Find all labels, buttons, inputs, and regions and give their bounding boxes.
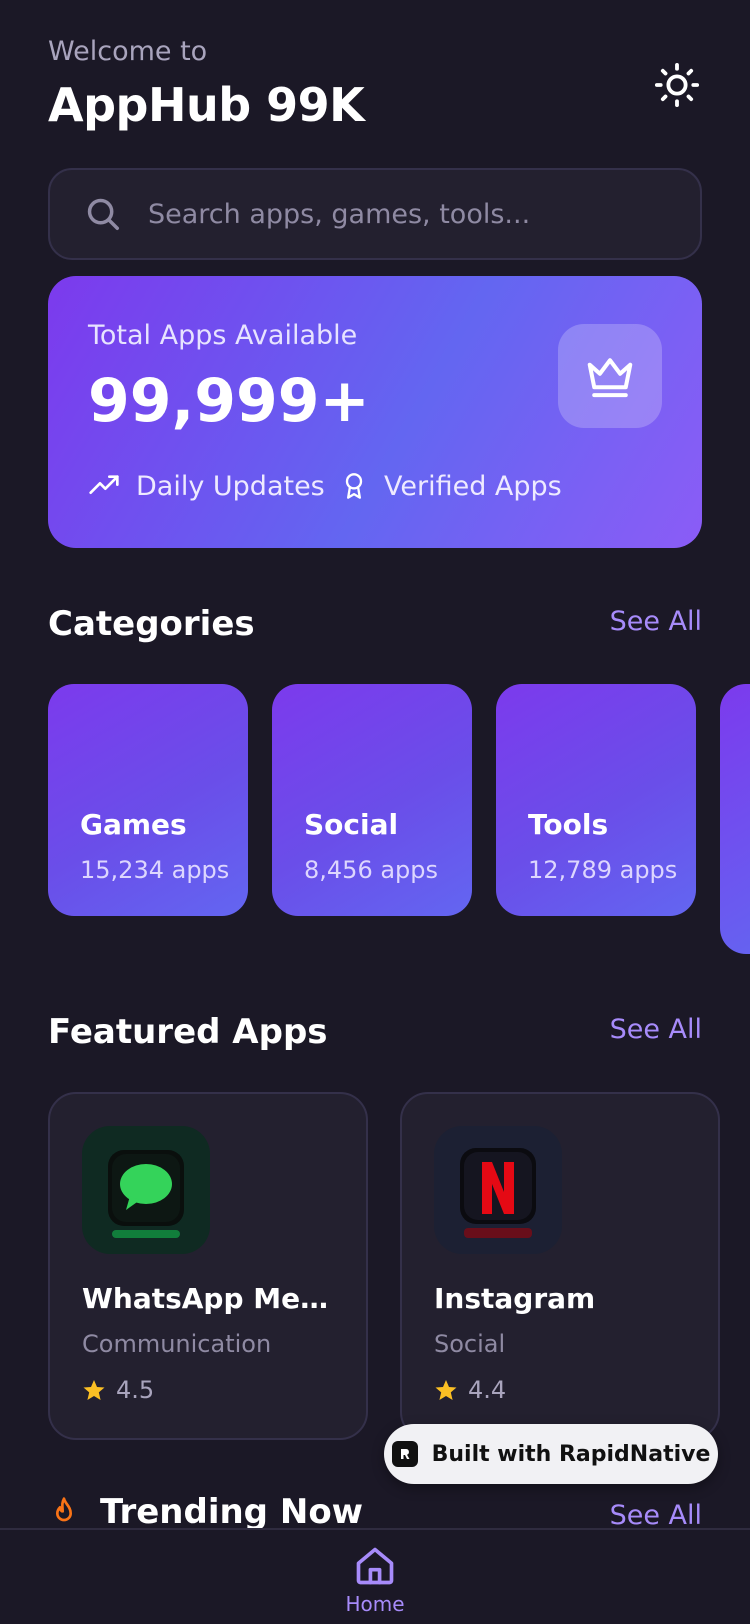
app-card-whatsapp[interactable]: WhatsApp Messenger Communication 4.5 xyxy=(48,1092,368,1440)
featured-see-all-link[interactable]: See All xyxy=(610,1014,702,1045)
stats-label: Total Apps Available xyxy=(88,320,358,351)
rating-value: 4.4 xyxy=(468,1376,507,1404)
trending-up-icon xyxy=(89,475,119,494)
feature-daily-updates: Daily Updates xyxy=(88,470,325,502)
search-input[interactable] xyxy=(148,198,700,230)
app-name: Instagram xyxy=(434,1282,596,1315)
built-with-badge[interactable]: Built with RapidNative xyxy=(384,1424,718,1484)
search-bar[interactable] xyxy=(48,168,702,260)
star-icon xyxy=(435,1380,457,1400)
award-icon xyxy=(345,473,363,499)
crown-icon xyxy=(587,358,633,398)
category-card-partial[interactable] xyxy=(720,684,750,954)
category-card-games[interactable]: Games 15,234 apps xyxy=(48,684,248,916)
categories-title: Categories xyxy=(48,604,255,644)
bottom-tab-bar: Home xyxy=(0,1528,750,1624)
app-card-instagram[interactable]: Instagram Social 4.4 xyxy=(400,1092,720,1440)
category-card-social[interactable]: Social 8,456 apps xyxy=(272,684,472,916)
featured-title: Featured Apps xyxy=(48,1012,328,1052)
app-category: Social xyxy=(434,1330,506,1358)
rating-value: 4.5 xyxy=(116,1376,155,1404)
categories-carousel[interactable]: Games 15,234 apps Social 8,456 apps Tool… xyxy=(48,684,750,964)
category-name: Social xyxy=(304,808,399,841)
badge-label: Built with RapidNative xyxy=(431,1441,711,1467)
category-name: Games xyxy=(80,808,187,841)
category-name: Tools xyxy=(528,808,609,841)
search-icon xyxy=(87,198,119,230)
app-rating: 4.5 xyxy=(82,1376,154,1404)
trending-see-all-link[interactable]: See All xyxy=(610,1500,702,1531)
stats-count: 99,999+ xyxy=(88,366,370,436)
app-thumbnail xyxy=(82,1126,210,1254)
feature-verified-apps: Verified Apps xyxy=(340,470,562,502)
star-icon xyxy=(83,1380,105,1400)
home-icon xyxy=(356,1547,394,1585)
stats-card: Total Apps Available 99,999+ Daily Updat… xyxy=(48,276,702,548)
trending-title: Trending Now xyxy=(100,1492,364,1532)
app-name: WhatsApp Messenger xyxy=(82,1282,342,1315)
tab-home[interactable]: Home xyxy=(335,1544,415,1624)
welcome-text: Welcome to xyxy=(48,36,208,67)
netflix-app-icon xyxy=(434,1126,562,1254)
messages-app-icon xyxy=(82,1126,210,1254)
crown-badge xyxy=(558,324,662,428)
category-count: 15,234 apps xyxy=(80,856,230,884)
app-category: Communication xyxy=(82,1330,272,1358)
app-thumbnail xyxy=(434,1126,562,1254)
feature-label: Verified Apps xyxy=(384,470,562,502)
app-rating: 4.4 xyxy=(434,1376,506,1404)
category-count: 12,789 apps xyxy=(528,856,678,884)
page-title: AppHub 99K xyxy=(48,78,365,132)
sun-icon xyxy=(654,62,700,108)
trending-header: Trending Now xyxy=(48,1492,363,1532)
categories-see-all-link[interactable]: See All xyxy=(610,606,702,637)
category-count: 8,456 apps xyxy=(304,856,439,884)
category-card-tools[interactable]: Tools 12,789 apps xyxy=(496,684,696,916)
rapidnative-logo-icon xyxy=(391,1441,418,1467)
theme-toggle-button[interactable] xyxy=(652,60,702,110)
tab-label: Home xyxy=(345,1592,405,1616)
flame-icon xyxy=(55,1497,72,1522)
feature-label: Daily Updates xyxy=(136,470,325,502)
